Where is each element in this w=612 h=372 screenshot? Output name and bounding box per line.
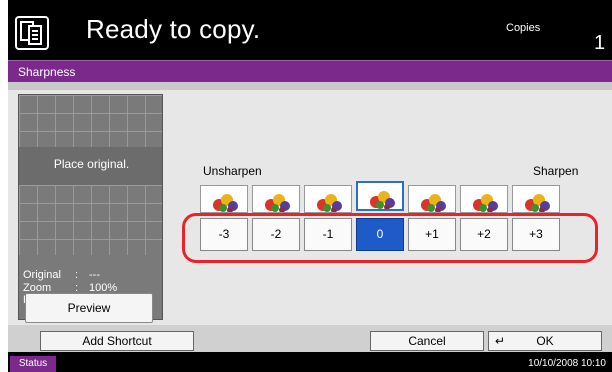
info-original: Original: ---: [23, 269, 100, 281]
copy-function-icon: [15, 16, 49, 50]
add-shortcut-button[interactable]: Add Shortcut: [40, 331, 194, 351]
preview-area: Place original. Original:--- Zoom:100% P…: [18, 94, 163, 320]
fruit-thumbnail-icon: [408, 185, 456, 213]
fruit-thumbnail-icon: [200, 185, 248, 213]
panel-title: Sharpness: [8, 60, 612, 82]
copier-screen: Ready to copy. Copies 1 Sharpness Place …: [8, 0, 612, 372]
ok-label: OK: [536, 334, 554, 348]
info-key: Original: [23, 269, 61, 281]
ok-button[interactable]: ↵ OK: [488, 331, 602, 351]
cancel-button[interactable]: Cancel: [370, 331, 484, 351]
fruit-thumbnail-icon: [512, 185, 560, 213]
status-bar: Status 10/10/2008 10:10: [8, 356, 612, 372]
place-original-message: Place original.: [19, 147, 162, 185]
status-title: Ready to copy.: [86, 14, 261, 44]
panel-header-strip: [8, 82, 612, 90]
fruit-thumbnail-icon: [356, 181, 404, 211]
info-value: ---: [89, 269, 100, 281]
copies-count: 1: [594, 32, 606, 54]
selection-highlight-outline: [182, 213, 598, 263]
unsharpen-label: Unsharpen: [203, 164, 262, 178]
preview-button[interactable]: Preview: [25, 293, 153, 323]
fruit-thumbnail-icon: [252, 185, 300, 213]
fruit-thumbnail-icon: [460, 185, 508, 213]
enter-key-icon: ↵: [495, 334, 506, 348]
fruit-thumbnail-icon: [304, 185, 352, 213]
copies-label: Copies: [506, 22, 541, 34]
sharpness-panel: Sharpness Place original. Original: --- Z…: [8, 60, 612, 352]
date-time: 10/10/2008 10:10: [528, 358, 606, 369]
status-button[interactable]: Status: [10, 356, 56, 372]
header: Ready to copy. Copies 1: [8, 0, 612, 58]
sharpen-label: Sharpen: [533, 164, 579, 178]
